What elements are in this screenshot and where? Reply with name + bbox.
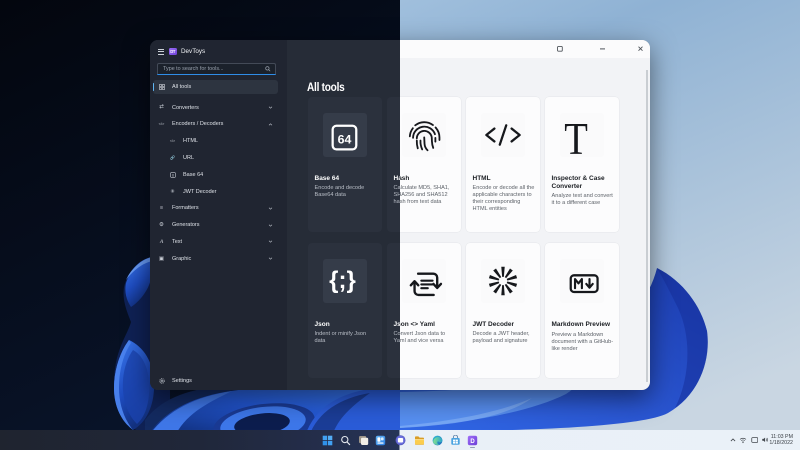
svg-text:D: D <box>470 438 475 444</box>
svg-text:6: 6 <box>172 173 174 177</box>
svg-text:64: 64 <box>337 132 351 146</box>
